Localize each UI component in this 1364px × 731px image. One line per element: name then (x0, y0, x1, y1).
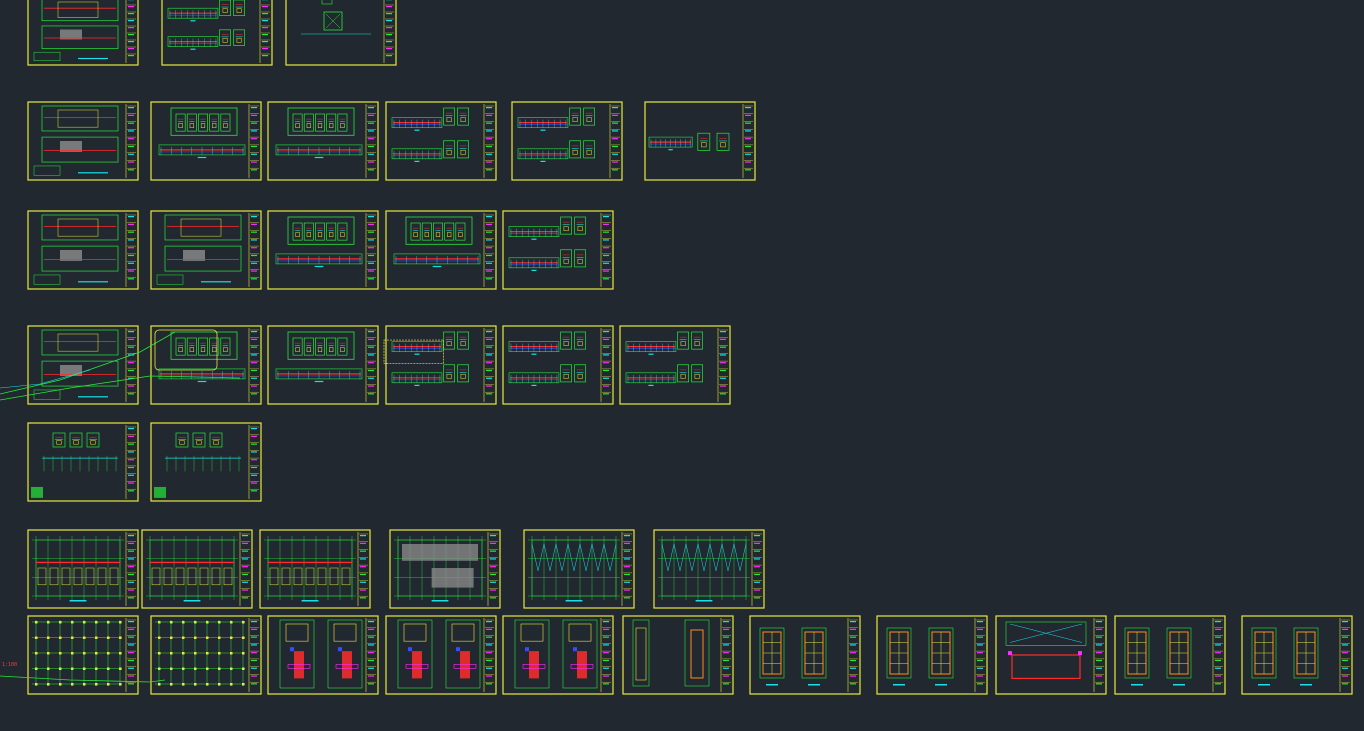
drawing-sheet[interactable] (27, 101, 139, 181)
drawing-model-space[interactable] (0, 0, 1364, 731)
drawing-sheet[interactable] (267, 325, 379, 405)
drawing-sheet[interactable] (619, 325, 731, 405)
drawing-sheet[interactable] (141, 529, 253, 609)
drawing-sheet[interactable] (389, 529, 501, 609)
drawing-sheet[interactable] (27, 422, 139, 502)
drawing-sheet[interactable] (150, 210, 262, 290)
drawing-sheet[interactable] (385, 615, 497, 695)
drawing-sheet[interactable] (622, 615, 734, 695)
drawing-sheet[interactable] (502, 210, 614, 290)
drawing-sheet[interactable] (511, 101, 623, 181)
drawing-sheet[interactable] (523, 529, 635, 609)
drawing-sheet[interactable] (150, 101, 262, 181)
drawing-sheet[interactable] (502, 325, 614, 405)
drawing-sheet[interactable] (27, 210, 139, 290)
leader-annotation-text: 1:100 (2, 662, 18, 668)
drawing-sheet[interactable] (161, 0, 273, 66)
drawing-sheet[interactable] (385, 101, 497, 181)
drawing-sheet[interactable] (502, 615, 614, 695)
drawing-sheet[interactable] (267, 101, 379, 181)
drawing-sheet[interactable] (644, 101, 756, 181)
drawing-sheet[interactable] (27, 529, 139, 609)
drawing-sheet[interactable] (1241, 615, 1353, 695)
drawing-sheet[interactable] (749, 615, 861, 695)
drawing-sheet[interactable] (995, 615, 1107, 695)
drawing-sheet[interactable] (27, 615, 139, 695)
drawing-sheet[interactable] (876, 615, 988, 695)
drawing-sheet[interactable] (653, 529, 765, 609)
drawing-sheet[interactable] (27, 0, 139, 66)
drawing-sheet[interactable] (267, 615, 379, 695)
drawing-sheet[interactable] (383, 325, 497, 405)
drawing-sheet[interactable] (150, 422, 262, 502)
drawing-sheet[interactable] (259, 529, 371, 609)
drawing-sheet[interactable] (285, 0, 397, 66)
drawing-sheet[interactable] (267, 210, 379, 290)
drawing-sheet[interactable] (150, 615, 262, 695)
drawing-sheet[interactable] (385, 210, 497, 290)
drawing-sheet[interactable] (1114, 615, 1226, 695)
drawing-sheet[interactable] (150, 325, 262, 405)
